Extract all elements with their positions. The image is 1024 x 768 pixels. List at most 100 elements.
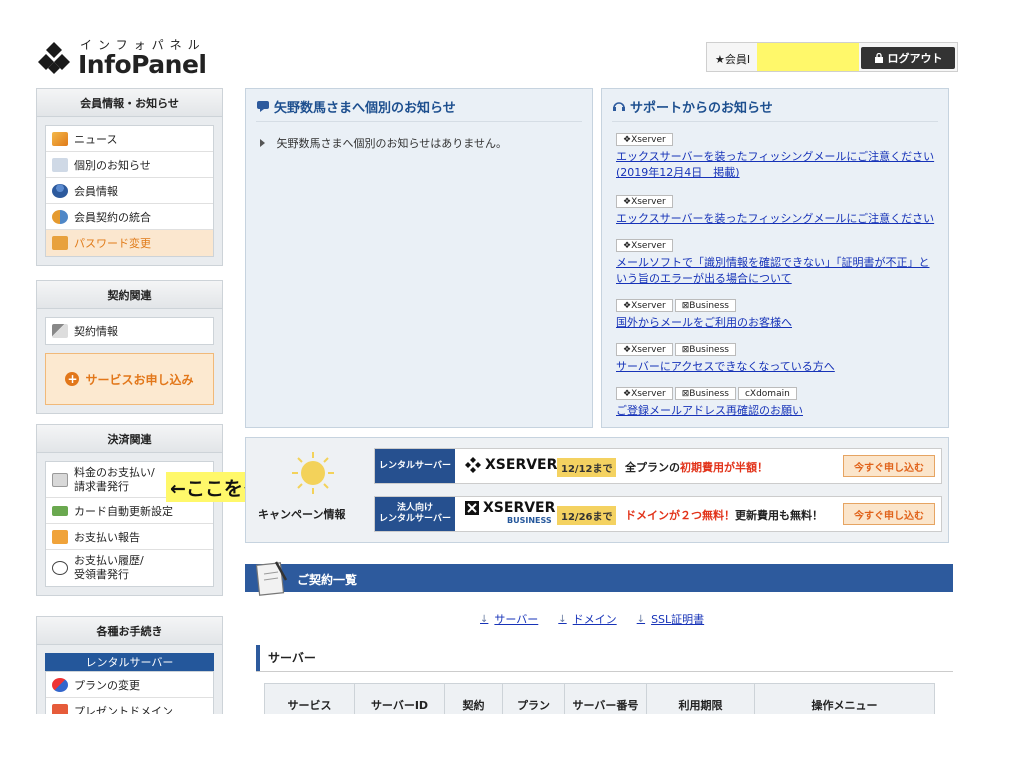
campaign-brand-name: XSERVER <box>485 457 558 473</box>
logo-diamond-icon <box>38 42 70 74</box>
sidebar-item-label: 料金のお支払い/ <box>74 465 155 479</box>
member-label: ★会員I <box>715 53 751 66</box>
pen-icon <box>52 324 68 338</box>
campaign-message-highlight: ドメインが２つ無料！ <box>625 509 735 522</box>
personal-notice-text: 矢野数馬さまへ個別のお知らせはありません。 <box>276 137 507 150</box>
campaign-row-xserver: レンタルサーバー XSERVER 12/12まで 全プランの初期費用が半額！ 今… <box>374 448 942 484</box>
sidebar-item-personal-notice[interactable]: 個別のお知らせ <box>46 152 213 178</box>
lock-icon <box>874 53 883 63</box>
support-item: ❖Xserver ⊠Business 国外からメールをご利用のお客様へ <box>616 299 936 331</box>
lock-icon <box>52 236 68 250</box>
sidebar-payment-section: 決済関連 料金のお支払い/ 請求書発行 カード自動更新設定 お支払い報告 お支払… <box>36 424 223 596</box>
sidebar-payment-title: 決済関連 <box>37 425 222 453</box>
support-tags: ❖Xserver ⊠Business <box>616 299 936 312</box>
tag-xserver: ❖Xserver <box>616 387 673 400</box>
users-icon <box>52 209 68 224</box>
infopanel-logo[interactable]: インフォパネル InfoPanel <box>36 36 216 80</box>
sidebar-item-merge-contract[interactable]: 会員契約の統合 <box>46 204 213 230</box>
support-link[interactable]: メールソフトで「識別情報を確認できない」「証明書が不正」と いう旨のエラーが出る… <box>616 255 936 287</box>
tag-business: ⊠Business <box>674 299 736 312</box>
anchor-domain[interactable]: ↓ ドメイン <box>558 611 616 627</box>
support-item: ❖Xserver メールソフトで「識別情報を確認できない」「証明書が不正」と い… <box>616 239 936 287</box>
xserver-business-logo-icon <box>465 501 479 515</box>
contract-list-header: ご契約一覧 <box>245 564 953 592</box>
campaign-tag: レンタルサーバー <box>375 449 455 483</box>
campaign-message: 全プランの初期費用が半額！ <box>625 459 768 475</box>
campaign-message-b: 更新費用も無料！ <box>735 509 823 522</box>
sidebar-member-title: 会員情報・お知らせ <box>37 89 222 117</box>
sidebar-item-payment-history[interactable]: お支払い履歴/ 受領書発行 <box>46 550 213 586</box>
personal-notice-divider <box>256 121 582 122</box>
support-title: サポートからのお知らせ <box>630 101 773 116</box>
support-tags: ❖Xserver <box>616 133 936 146</box>
sidebar-member-section: 会員情報・お知らせ ニュース 個別のお知らせ 会員情報 会員契約の統合 パスワー… <box>36 88 223 266</box>
campaign-apply-button[interactable]: 今すぐ申し込む <box>843 503 935 525</box>
personal-notice-title-row: 矢野数馬さまへ個別のお知らせ <box>256 97 456 116</box>
campaign-brand-sub: BUSINESS <box>507 516 552 525</box>
triangle-bullet-icon <box>260 139 265 147</box>
campaign-message-highlight: 初期費用が半額！ <box>680 461 768 474</box>
support-link-text-2: いう旨のエラーが出る場合について <box>616 272 792 285</box>
campaign-date: 12/26まで <box>557 506 617 525</box>
server-section-heading: サーバー <box>256 645 316 671</box>
sidebar-item-plan-change[interactable]: プランの変更 <box>46 672 213 698</box>
sidebar-member-list: ニュース 個別のお知らせ 会員情報 会員契約の統合 パスワード変更 <box>45 125 214 257</box>
sidebar-item-label-2: 受領書発行 <box>74 568 129 581</box>
anchor-server[interactable]: ↓ サーバー <box>480 611 538 627</box>
megaphone-icon <box>52 131 68 146</box>
card-icon <box>52 505 68 516</box>
support-link-text-2: (2019年12月4日 掲載) <box>616 166 740 179</box>
tag-business: ⊠Business <box>674 387 736 400</box>
clock-icon <box>52 561 68 575</box>
campaign-brand: XSERVER <box>465 457 557 473</box>
sidebar-item-member-info[interactable]: 会員情報 <box>46 178 213 204</box>
tag-business: ⊠Business <box>674 343 736 356</box>
campaign-apply-button[interactable]: 今すぐ申し込む <box>843 455 935 477</box>
support-notice-panel: サポートからのお知らせ ❖Xserver エックスサーバーを装ったフィッシングメ… <box>601 88 949 428</box>
sidebar-item-label-2: 請求書発行 <box>74 479 129 493</box>
support-link[interactable]: エックスサーバーを装ったフィッシングメールにご注意ください (2019年12月4… <box>616 149 936 181</box>
sidebar-item-label-group: お支払い履歴/ 受領書発行 <box>74 554 144 582</box>
support-link-text: エックスサーバーを装ったフィッシングメールにご注意ください <box>616 150 935 163</box>
anchor-ssl[interactable]: ↓ SSL証明書 <box>637 611 704 627</box>
service-apply-label: サービスお申し込み <box>85 372 194 387</box>
arrow-down-icon: ↓ <box>558 613 567 625</box>
sidebar-contract-title: 契約関連 <box>37 281 222 309</box>
notice-icon <box>52 157 68 172</box>
campaign-panel: キャンペーン情報 レンタルサーバー XSERVER 12/12まで 全プランの初… <box>245 437 949 543</box>
sidebar-item-label: お支払い報告 <box>74 530 140 544</box>
member-box: ★会員I ログアウト <box>706 42 958 72</box>
sidebar-item-label: プランの変更 <box>74 678 140 692</box>
support-link[interactable]: サーバーにアクセスできなくなっている方へ <box>616 359 936 375</box>
support-item: ❖Xserver ⊠Business ᴄXdomain ご登録メールアドレス再確… <box>616 387 936 419</box>
sidebar-item-password-change[interactable]: パスワード変更 <box>46 230 213 256</box>
support-tags: ❖Xserver ⊠Business <box>616 343 936 356</box>
sidebar-item-label: お支払い履歴/ <box>74 554 144 567</box>
support-link[interactable]: 国外からメールをご利用のお客様へ <box>616 315 936 331</box>
campaign-message: ドメインが２つ無料！更新費用も無料！ <box>625 507 823 523</box>
server-section-divider <box>256 671 953 672</box>
support-item: ❖Xserver ⊠Business サーバーにアクセスできなくなっている方へ <box>616 343 936 375</box>
sidebar-item-contract-info[interactable]: 契約情報 <box>46 318 213 344</box>
support-link[interactable]: ご登録メールアドレス再確認のお願い <box>616 403 936 419</box>
xserver-logo-icon <box>465 457 481 473</box>
contract-list-title: ご契約一覧 <box>297 573 358 587</box>
support-tags: ❖Xserver <box>616 195 936 208</box>
support-link[interactable]: エックスサーバーを装ったフィッシングメールにご注意ください <box>616 211 936 227</box>
plus-circle-icon: + <box>65 372 80 386</box>
arrow-down-icon: ↓ <box>480 613 489 625</box>
member-id-redaction <box>757 43 859 71</box>
sidebar-item-news[interactable]: ニュース <box>46 126 213 152</box>
chat-icon <box>52 529 68 544</box>
service-apply-button[interactable]: + サービスお申し込み <box>45 353 214 405</box>
support-tags: ❖Xserver ⊠Business ᴄXdomain <box>616 387 936 400</box>
campaign-brand: XSERVER BUSINESS <box>465 500 555 525</box>
sidebar-item-label: 会員情報 <box>74 184 118 198</box>
logo-name: InfoPanel <box>78 50 207 79</box>
sidebar-item-payment-report[interactable]: お支払い報告 <box>46 524 213 550</box>
support-tags: ❖Xserver <box>616 239 936 252</box>
sidebar-contract-section: 契約関連 契約情報 + サービスお申し込み <box>36 280 223 414</box>
speech-bubble-icon <box>257 101 269 112</box>
personal-notice-text-row: 矢野数馬さまへ個別のお知らせはありません。 <box>260 135 507 151</box>
logout-button[interactable]: ログアウト <box>861 47 955 69</box>
